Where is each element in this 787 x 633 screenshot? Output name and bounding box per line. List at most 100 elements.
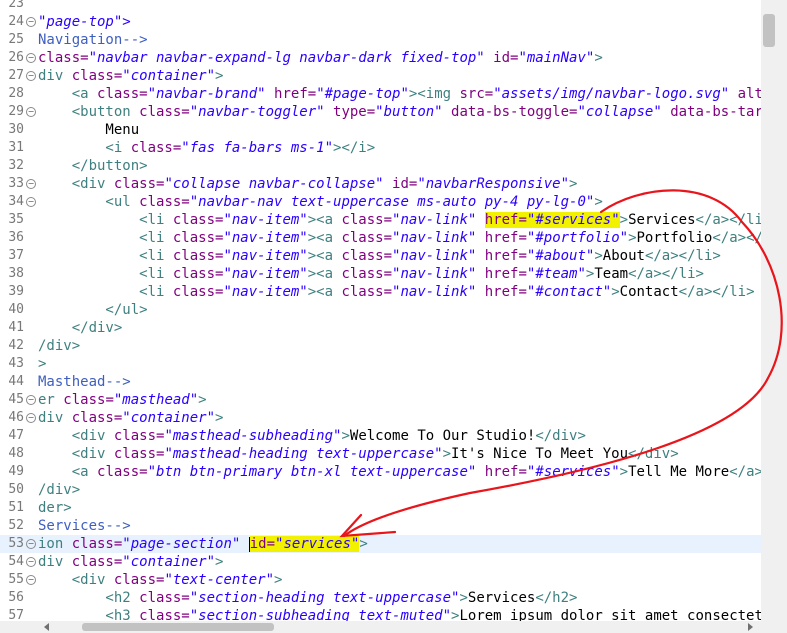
code-line[interactable]: 44 Masthead--> [0,373,761,391]
code-line[interactable]: 57 <h3 class="section-subheading text-mu… [0,607,761,621]
vertical-scrollbar[interactable] [761,0,787,621]
code-token: > [459,590,468,606]
code-line[interactable]: 38 <li class="nav-item"><a class="nav-li… [0,265,761,283]
code-line[interactable]: 35 <li class="nav-item"><a class="nav-li… [0,211,761,229]
code-line[interactable]: 37 <li class="nav-item"><a class="nav-li… [0,247,761,265]
code-line[interactable]: 39 <li class="nav-item"><a class="nav-li… [0,283,761,301]
code-token: </a></li> [628,266,704,282]
code-token: > [569,176,578,192]
code-line[interactable]: 42/div> [0,337,761,355]
code-token: > [594,194,603,210]
code-line[interactable]: 56 <h2 class="section-heading text-upper… [0,589,761,607]
code-line[interactable]: 48 <div class="masthead-heading text-upp… [0,445,761,463]
fold-toggle-icon[interactable]: − [26,71,36,81]
code-line[interactable]: 41 </div> [0,319,761,337]
code-token: <div [38,446,114,462]
code-line[interactable]: 34− <ul class="navbar-nav text-uppercase… [0,193,761,211]
line-number: 37 [8,248,24,263]
fold-toggle-icon[interactable]: − [26,575,36,585]
code-line[interactable]: 50/div> [0,481,761,499]
line-number: 41 [8,320,24,335]
code-token: "#portfolio" [526,230,629,246]
code-token: class= [130,140,182,156]
code-token: "container" [122,554,216,570]
code-token: <li [38,248,173,264]
fold-toggle-icon[interactable]: − [26,17,36,27]
code-token: </div> [628,446,679,462]
code-token: "page-top"> [38,14,131,30]
code-line[interactable]: 33− <div class="collapse navbar-collapse… [0,175,761,193]
code-text: der> [38,499,72,517]
code-line[interactable]: 49 <a class="btn btn-primary btn-xl text… [0,463,761,481]
code-line[interactable]: 27− div class="container"> [0,67,761,85]
code-token: Welcome To Our Studio! [349,428,536,444]
code-token: "masthead-heading text-uppercase" [164,446,443,462]
highlighted-token: id= [249,536,276,552]
code-line[interactable]: 29− <button class="navbar-toggler" type=… [0,103,761,121]
code-editor[interactable]: 23 24− "page-top"> 25 Navigation--> 26− class=… [0,0,761,621]
code-token: <h2 [38,590,140,606]
code-line[interactable]: 28 <a class="navbar-brand" href="#page-t… [0,85,761,103]
code-line[interactable]: 45− er class="masthead"> [0,391,761,409]
code-line[interactable]: 30 Menu [0,121,761,139]
code-token: <a [38,86,98,102]
code-token: Tell Me More [628,464,730,480]
fold-toggle-icon[interactable]: − [26,107,36,117]
code-text: <a class="btn btn-primary btn-xl text-up… [38,463,761,481]
code-token: "#contact" [526,284,612,300]
vertical-scroll-thumb[interactable] [763,14,775,47]
code-text: <button class="navbar-toggler" type="but… [38,103,761,121]
code-token: alt= [737,86,761,102]
code-line[interactable]: 36 <li class="nav-item"><a class="nav-li… [0,229,761,247]
fold-toggle-icon[interactable]: − [26,197,36,207]
line-number: 43 [8,356,24,371]
code-line[interactable]: 32 </button> [0,157,761,175]
code-token: "container" [122,410,216,426]
code-line[interactable]: 55− <div class="text-center"> [0,571,761,589]
code-line[interactable]: 23 [0,0,761,13]
code-line[interactable]: 46− div class="container"> [0,409,761,427]
line-number: 51 [8,500,24,515]
code-token: er [38,392,64,408]
line-number: 30 [8,122,24,137]
code-token: > [628,230,637,246]
code-token: type= [324,104,376,120]
code-text: </div> [38,319,123,337]
fold-toggle-icon[interactable]: − [26,395,36,405]
horizontal-scrollbar[interactable] [0,621,761,633]
code-line[interactable]: 40 </ul> [0,301,761,319]
code-line[interactable]: 24− "page-top"> [0,13,761,31]
fold-toggle-icon[interactable]: − [26,179,36,189]
code-token: class= [341,266,393,282]
code-line[interactable]: 52 Services--> [0,517,761,535]
code-token: Contact [619,284,679,300]
code-token: class= [341,248,393,264]
code-line[interactable]: 25 Navigation--> [0,31,761,49]
code-token: /div> [38,338,81,354]
code-line[interactable]: 31 <i class="fas fa-bars ms-1"></i> [0,139,761,157]
code-token: "nav-link" [392,284,477,300]
code-token: class= [139,590,190,606]
fold-toggle-icon[interactable]: − [26,557,36,567]
code-line[interactable]: 43 > [0,355,761,373]
code-line[interactable]: 51 der> [0,499,761,517]
code-line[interactable]: 54− div class="container"> [0,553,761,571]
fold-toggle-icon[interactable]: − [26,53,36,63]
line-number: 26 [8,50,24,65]
code-line[interactable]: 53− ion class="page-section" id="services… [0,535,761,553]
code-line[interactable]: 26− class="navbar navbar-expand-lg navbar… [0,49,761,67]
fold-toggle-icon[interactable]: − [26,413,36,423]
code-token: ion [38,536,72,552]
scroll-right-arrow-icon[interactable] [748,623,753,631]
code-token: /div> [38,482,81,498]
code-line[interactable]: 47 <div class="masthead-subheading">Welc… [0,427,761,445]
fold-toggle-icon[interactable]: − [26,539,36,549]
code-text: > [38,355,46,373]
code-token: Menu [38,122,140,138]
code-token: id= [383,176,418,192]
horizontal-scroll-thumb[interactable] [82,623,274,631]
scroll-left-arrow-icon[interactable] [44,623,49,631]
code-token: <div [38,572,114,588]
code-token: <li [38,230,173,246]
code-token: "nav-item" [223,248,308,264]
